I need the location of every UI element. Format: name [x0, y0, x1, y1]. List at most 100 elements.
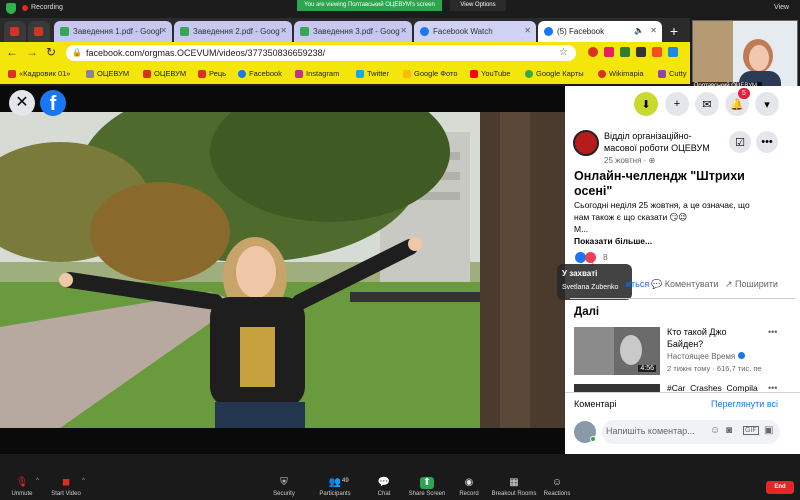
bookmark-label: Wikimapia: [609, 69, 644, 78]
save-post-button[interactable]: ☑: [729, 131, 751, 153]
bookmark-item[interactable]: Wikimapia: [598, 69, 644, 78]
close-tab-icon[interactable]: ✕: [524, 26, 531, 35]
new-tab-button[interactable]: +: [665, 22, 683, 40]
participants-button[interactable]: 👥 Participants: [313, 472, 357, 497]
reaction-count[interactable]: 8: [603, 252, 608, 262]
tab-pdf-1[interactable]: Заведення 1.pdf - Googl ✕: [54, 21, 172, 42]
bookmark-item[interactable]: Google Фото: [403, 69, 458, 78]
close-viewer-button[interactable]: ✕: [9, 90, 35, 116]
comment-input[interactable]: Напишіть коментар... ☺ ◙ GIF ▣: [602, 420, 780, 444]
create-button[interactable]: +: [665, 92, 689, 116]
next-video-thumbnail[interactable]: 4:56: [574, 327, 660, 375]
account-menu-button[interactable]: ▾: [755, 92, 779, 116]
post-body-line1: Сьогодні неділя 25 жовтня, а це означає,…: [574, 200, 750, 210]
pinned-favicon-icon: [34, 27, 43, 36]
emoji-icon[interactable]: ☺: [710, 425, 720, 436]
post-body-line2: нам також є що сказати 😏😉: [574, 212, 688, 222]
share-screen-button[interactable]: ⬆ Share Screen: [405, 472, 449, 497]
share-action-button[interactable]: ↗ Поширити: [725, 279, 778, 290]
reload-icon[interactable]: ↻: [46, 45, 56, 59]
muted-mic-icon: 🎙: [15, 477, 29, 488]
download-arrow-button[interactable]: ⬇: [634, 92, 658, 116]
extension-dark-icon[interactable]: [636, 47, 646, 57]
start-video-button[interactable]: ◼ Start Video: [44, 472, 88, 497]
share-action-label: Поширити: [735, 279, 778, 289]
gif-icon[interactable]: GIF: [743, 426, 759, 435]
next-video-title-line2[interactable]: Байден?: [667, 339, 703, 349]
security-button[interactable]: ⛨ Security: [262, 472, 306, 497]
next-video-2-thumbnail[interactable]: [574, 384, 660, 392]
tab-pdf-3[interactable]: Заведення 3.pdf - Goog ✕: [294, 21, 412, 42]
recording-label: Recording: [31, 4, 63, 11]
speaker-icon[interactable]: 🔈: [634, 26, 644, 35]
extension-blue-icon[interactable]: [668, 47, 678, 57]
messenger-button[interactable]: ✉: [695, 92, 719, 116]
bookmark-item[interactable]: Cutty: [658, 69, 687, 78]
tab-pdf-2[interactable]: Заведення 2.pdf - Goog ✕: [174, 21, 292, 42]
bookmark-item[interactable]: Google Карты: [525, 69, 584, 78]
audio-options-chevron-icon[interactable]: ^: [36, 478, 39, 484]
share-fragment[interactable]: иться: [626, 279, 649, 289]
bookmark-item[interactable]: Facebook: [238, 69, 282, 78]
post-more-button[interactable]: •••: [756, 131, 778, 153]
extension-green-icon[interactable]: [620, 47, 630, 57]
tab-label: (5) Facebook: [557, 27, 605, 36]
bookmark-item[interactable]: Рець: [198, 69, 226, 78]
pinned-tab-1[interactable]: [4, 21, 26, 42]
post-date[interactable]: 25 жовтня · ⊕: [604, 156, 655, 165]
next-video-meta: 2 тижні тому · 616,7 тис. пе: [667, 364, 762, 373]
bookmark-item[interactable]: «Кадровик 01»: [8, 69, 70, 78]
bookmark-star-icon[interactable]: ☆: [559, 45, 568, 61]
bookmark-label: Facebook: [249, 69, 282, 78]
chat-button[interactable]: 💬 Chat: [362, 472, 406, 497]
divider: [570, 298, 795, 299]
next-video-more-icon[interactable]: •••: [768, 327, 777, 337]
lock-icon[interactable]: 🔒: [72, 45, 82, 61]
view-options-button[interactable]: View Options: [450, 0, 506, 11]
checklist-icon: ☑: [735, 136, 745, 149]
close-tab-icon[interactable]: ✕: [400, 26, 407, 35]
forward-arrow-icon[interactable]: →: [26, 45, 38, 59]
bookmark-item[interactable]: ОЦЕВУМ: [143, 69, 186, 78]
bookmark-label: Twitter: [367, 69, 390, 78]
extension-red-icon[interactable]: [588, 47, 598, 57]
tab-facebook-watch[interactable]: Facebook Watch ✕: [414, 21, 536, 42]
video-player[interactable]: [0, 112, 565, 428]
extension-orange-icon[interactable]: [652, 47, 662, 57]
extension-pink-icon[interactable]: [604, 47, 614, 57]
page-name-line2[interactable]: масової роботи ОЦЕВУМ: [604, 143, 710, 153]
record-button[interactable]: ◉ Record: [447, 472, 491, 497]
back-arrow-icon[interactable]: ←: [6, 45, 18, 59]
record-icon: ◉: [464, 477, 474, 488]
reactions-smile-icon: ☺: [551, 477, 563, 488]
facebook-logo[interactable]: f: [40, 90, 66, 116]
url-input[interactable]: 🔒 facebook.com/orgmas.OCEVUM/videos/3773…: [66, 45, 576, 61]
next-video-channel[interactable]: Настоящее Время: [667, 352, 745, 361]
close-tab-icon[interactable]: ✕: [160, 26, 167, 35]
page-avatar[interactable]: [573, 130, 599, 156]
bookmark-item[interactable]: Instagram: [295, 69, 339, 78]
view-button[interactable]: View: [774, 4, 789, 11]
security-shield-icon[interactable]: [6, 3, 16, 14]
breakout-rooms-button[interactable]: ▦ Breakout Rooms: [490, 472, 538, 497]
view-all-comments-link[interactable]: Переглянути всі: [711, 399, 778, 409]
close-tab-icon[interactable]: ✕: [650, 26, 657, 35]
tab-facebook-active[interactable]: (5) Facebook 🔈 ✕: [538, 21, 662, 42]
next-video-title-line1[interactable]: Кто такой Джо: [667, 327, 727, 337]
camera-icon[interactable]: ◙: [726, 425, 732, 436]
bookmark-item[interactable]: ОЦЕВУМ: [86, 69, 129, 78]
viewing-screen-banner: You are viewing Полтавський ОЦЕВУМ's scr…: [297, 0, 442, 11]
reactions-button[interactable]: ☺ Reactions: [535, 472, 579, 497]
page-name-line1[interactable]: Відділ організаційно-: [604, 131, 692, 141]
pinned-tab-2[interactable]: [28, 21, 50, 42]
youtube-icon: [470, 69, 478, 78]
bookmark-item[interactable]: Twitter: [356, 69, 389, 78]
video-options-chevron-icon[interactable]: ^: [82, 478, 85, 484]
sticker-icon[interactable]: ▣: [764, 425, 773, 436]
bookmark-item[interactable]: YouTube: [470, 69, 510, 78]
show-more-link[interactable]: Показати більше...: [574, 236, 652, 246]
end-meeting-button[interactable]: End: [766, 481, 794, 494]
comment-action-button[interactable]: 💬 Коментувати: [651, 279, 719, 290]
unmute-button[interactable]: 🎙 Unmute: [0, 472, 44, 497]
close-tab-icon[interactable]: ✕: [280, 26, 287, 35]
